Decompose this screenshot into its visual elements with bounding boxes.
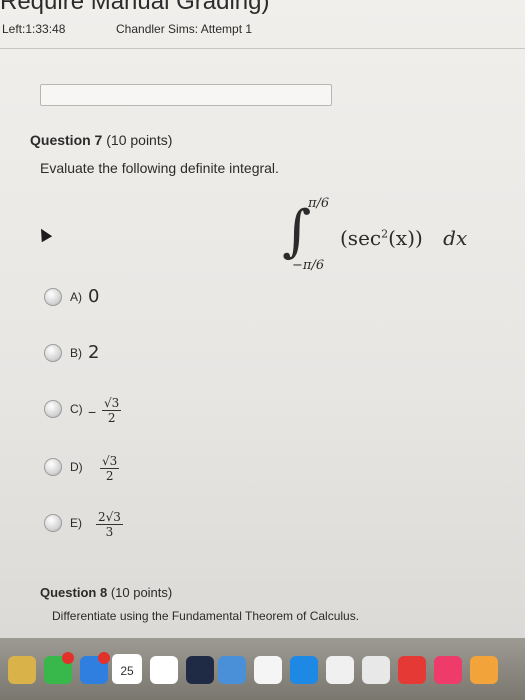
maps-app-icon[interactable]	[290, 656, 318, 684]
upper-limit: π/6	[308, 196, 330, 211]
option-value: 2	[88, 342, 100, 363]
quiz-meta: Left:1:33:48 Chandler Sims: Attempt 1	[0, 22, 525, 42]
stocks-app-icon[interactable]	[186, 656, 214, 684]
definite-integral: ∫ π/6 −π/6 (sec2(x)) dx	[282, 196, 492, 276]
question-points: (10 points)	[106, 132, 173, 148]
mouse-cursor-icon	[35, 225, 53, 243]
integral-sign: ∫	[282, 199, 312, 264]
books-app-icon[interactable]	[470, 656, 498, 684]
lower-limit: −π/6	[292, 258, 325, 273]
option-fraction: √3 2	[102, 396, 122, 425]
integrand: (sec2(x)) dx	[340, 226, 468, 250]
app-dock: 25	[0, 638, 525, 700]
option-value: 0	[88, 286, 100, 307]
time-left: Left:1:33:48	[2, 22, 66, 36]
negative-sign: −	[88, 404, 97, 420]
student-attempt: Chandler Sims: Attempt 1	[116, 22, 253, 36]
previous-answer-field[interactable]	[40, 84, 332, 106]
header-divider	[0, 48, 525, 49]
notification-badge	[62, 652, 74, 664]
option-fraction: √3 2	[100, 454, 120, 483]
radio-button[interactable]	[44, 400, 62, 418]
question-points: (10 points)	[110, 585, 173, 600]
numbers-app-icon[interactable]	[326, 656, 354, 684]
radio-button[interactable]	[44, 514, 62, 532]
news-app-icon[interactable]	[398, 656, 426, 684]
radio-button[interactable]	[44, 458, 62, 476]
question-number: Question 8	[40, 585, 108, 600]
question-8-prompt: Differentiate using the Fundamental Theo…	[52, 609, 360, 623]
bitmoji-app-icon[interactable]	[218, 656, 246, 684]
notes-app-icon[interactable]	[8, 656, 36, 684]
music-app-icon[interactable]	[434, 656, 462, 684]
radio-button[interactable]	[44, 344, 62, 362]
photos-app-icon[interactable]	[254, 656, 282, 684]
radio-button[interactable]	[44, 288, 62, 306]
keynote-app-icon[interactable]	[362, 656, 390, 684]
question-7-header: Question 7 (10 points)	[30, 132, 172, 148]
question-8-header: Question 8 (10 points)	[40, 585, 172, 600]
option-fraction: 2√3 3	[96, 510, 123, 539]
reminders-app-icon[interactable]	[150, 656, 178, 684]
differential: dx	[443, 226, 468, 250]
question-number: Question 7	[30, 132, 103, 148]
calendar-app-icon[interactable]: 25	[112, 654, 142, 684]
notification-badge	[98, 652, 110, 664]
question-7-prompt: Evaluate the following definite integral…	[40, 160, 279, 176]
quiz-page: Require Manual Grading) Left:1:33:48 Cha…	[0, 0, 525, 700]
page-title: Require Manual Grading)	[0, 0, 270, 15]
